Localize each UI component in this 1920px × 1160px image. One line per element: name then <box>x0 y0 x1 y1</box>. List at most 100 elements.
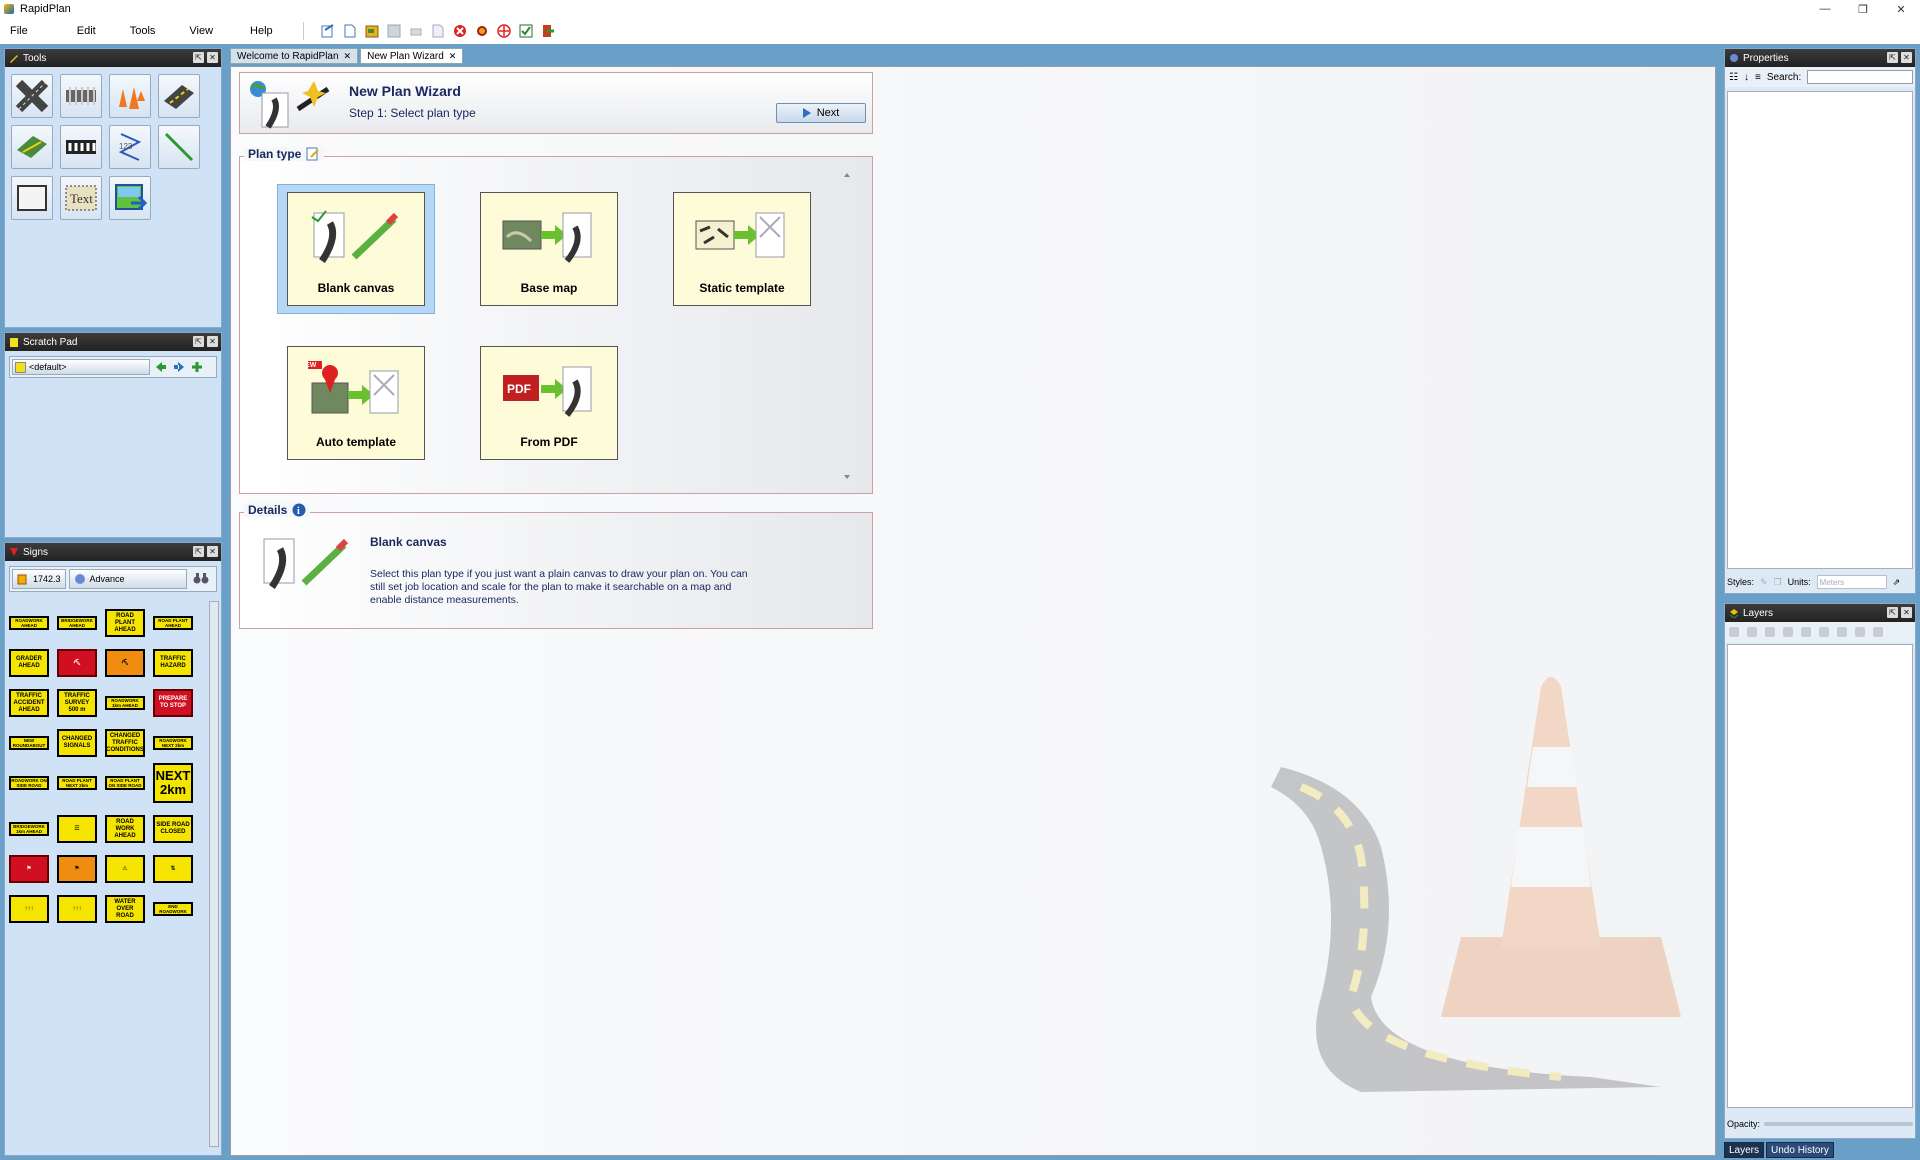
merge-icon[interactable] <box>1837 627 1847 637</box>
layer-options-icon[interactable] <box>1855 627 1865 637</box>
sign-item[interactable]: ROAD PLANT AHEAD <box>153 616 193 630</box>
minimize-button[interactable]: — <box>1806 0 1844 18</box>
search-input[interactable] <box>1807 70 1914 84</box>
sign-item[interactable]: ROADWORK 1km AHEAD <box>105 696 145 710</box>
opacity-slider[interactable] <box>1764 1122 1913 1126</box>
sign-item[interactable]: ↑↑↑ <box>9 895 49 923</box>
sign-item[interactable]: TRAFFIC SURVEY 500 m <box>57 689 97 717</box>
sign-item[interactable]: ⇅ <box>153 855 193 883</box>
move-up-icon[interactable] <box>1801 627 1811 637</box>
open-folder-icon[interactable] <box>364 23 380 39</box>
binoculars-icon[interactable] <box>193 571 209 588</box>
sign-item[interactable]: NEW ROUNDABOUT <box>9 736 49 750</box>
sign-item[interactable]: ⛏ <box>105 649 145 677</box>
exit-icon[interactable] <box>540 23 556 39</box>
sign-item[interactable]: ☰ <box>57 815 97 843</box>
text-tool[interactable]: Text <box>60 176 102 220</box>
sign-item[interactable]: ⚑ <box>57 855 97 883</box>
sign-item[interactable]: BRIDGEWORK 1km AHEAD <box>9 822 49 836</box>
tab-layers[interactable]: Layers <box>1724 1142 1765 1158</box>
sign-item[interactable]: ROAD WORK AHEAD <box>105 815 145 843</box>
categorized-icon[interactable]: ☷ <box>1729 72 1738 83</box>
menu-view[interactable]: View <box>189 25 213 37</box>
tab-new-plan-wizard[interactable]: New Plan Wizard ✕ <box>360 48 464 64</box>
sign-item[interactable]: NEXT 2km <box>153 763 193 803</box>
option-static-template[interactable]: Static template <box>673 192 811 306</box>
sign-item[interactable]: WATER OVER ROAD <box>105 895 145 923</box>
units-select[interactable]: Meters <box>1816 575 1887 589</box>
print-icon[interactable] <box>408 23 424 39</box>
sign-item[interactable]: ↑↑↑ <box>57 895 97 923</box>
line-tool[interactable] <box>158 125 200 169</box>
close-icon[interactable]: ✕ <box>344 51 352 62</box>
tab-undo-history[interactable]: Undo History <box>1766 1142 1834 1158</box>
new-icon[interactable] <box>342 23 358 39</box>
rename-layer-icon[interactable] <box>1783 627 1793 637</box>
sign-item[interactable]: SIDE ROAD CLOSED <box>153 815 193 843</box>
pin-icon[interactable]: ⇱ <box>193 546 204 557</box>
menu-help[interactable]: Help <box>250 25 273 37</box>
close-icon[interactable]: ✕ <box>207 52 218 63</box>
add-icon[interactable] <box>190 360 204 374</box>
map-area-tool[interactable] <box>11 125 53 169</box>
next-button[interactable]: Next <box>776 103 866 123</box>
sign-item[interactable]: CHANGED SIGNALS <box>57 729 97 757</box>
scratch-pad-select[interactable]: <default> <box>12 359 150 375</box>
check-icon[interactable] <box>518 23 534 39</box>
close-icon[interactable]: ✕ <box>449 51 457 62</box>
close-icon[interactable]: ✕ <box>1901 52 1912 63</box>
barrier-tool[interactable] <box>60 74 102 118</box>
sign-item[interactable]: ⛏ <box>57 649 97 677</box>
rectangle-tool[interactable] <box>11 176 53 220</box>
road-intersection-tool[interactable] <box>11 74 53 118</box>
sign-category-select[interactable]: Advance <box>68 569 187 589</box>
sign-item[interactable]: ROADWORK NEXT 2km <box>153 736 193 750</box>
list-icon[interactable]: ≡ <box>1755 72 1761 83</box>
option-auto-template[interactable]: NEW Auto template <box>287 346 425 460</box>
next-arrow-icon[interactable] <box>172 360 186 374</box>
sign-item[interactable]: TRAFFIC HAZARD <box>153 649 193 677</box>
sign-item[interactable]: TRAFFIC ACCIDENT AHEAD <box>9 689 49 717</box>
edit-layer-icon[interactable] <box>1765 627 1775 637</box>
option-from-pdf[interactable]: PDF From PDF <box>480 346 618 460</box>
plan-type-scrollbar[interactable] <box>842 171 852 481</box>
previous-arrow-icon[interactable] <box>154 360 168 374</box>
sign-item[interactable]: ROADWORK AHEAD <box>9 616 49 630</box>
style-copy-icon[interactable]: ❐ <box>1774 577 1782 588</box>
signs-scrollbar[interactable] <box>209 601 219 1147</box>
tab-welcome[interactable]: Welcome to RapidPlan ✕ <box>230 48 359 64</box>
close-icon[interactable]: ✕ <box>207 546 218 557</box>
settings-icon[interactable] <box>474 23 490 39</box>
export-icon[interactable] <box>430 23 446 39</box>
pin-icon[interactable]: ⇱ <box>193 52 204 63</box>
expand-icon[interactable]: ⇗ <box>1893 577 1901 588</box>
sign-item[interactable]: GRADER AHEAD <box>9 649 49 677</box>
sign-item[interactable]: ROADWORK ON SIDE ROAD <box>9 776 49 790</box>
target-icon[interactable] <box>496 23 512 39</box>
add-layer-icon[interactable] <box>1729 627 1739 637</box>
sign-item[interactable]: CHANGED TRAFFIC CONDITIONS <box>105 729 145 757</box>
menu-tools[interactable]: Tools <box>130 25 156 37</box>
sign-item[interactable]: ROAD PLANT ON SIDE ROAD <box>105 776 145 790</box>
delete-icon[interactable] <box>452 23 468 39</box>
delete-layer-icon[interactable] <box>1747 627 1757 637</box>
sign-item[interactable]: PREPARE TO STOP <box>153 689 193 717</box>
image-tool[interactable] <box>109 176 151 220</box>
open-icon[interactable] <box>320 23 336 39</box>
pin-icon[interactable]: ⇱ <box>1887 607 1898 618</box>
option-blank-canvas[interactable]: Blank canvas <box>287 192 425 306</box>
close-button[interactable]: ✕ <box>1882 0 1920 18</box>
style-brush-icon[interactable]: ✎ <box>1760 577 1768 588</box>
crossing-tool[interactable] <box>60 125 102 169</box>
maximize-button[interactable]: ❐ <box>1844 0 1882 18</box>
sign-code-selector[interactable]: 1742.3 <box>12 569 66 589</box>
menu-file[interactable]: File <box>10 25 28 37</box>
move-down-icon[interactable] <box>1819 627 1829 637</box>
close-icon[interactable]: ✕ <box>1901 607 1912 618</box>
road-segment-tool[interactable] <box>158 74 200 118</box>
measure-tool[interactable]: 123 <box>109 125 151 169</box>
option-base-map[interactable]: Base map <box>480 192 618 306</box>
save-icon[interactable] <box>386 23 402 39</box>
pin-icon[interactable]: ⇱ <box>1887 52 1898 63</box>
sign-item[interactable]: ROAD PLANT NEXT 2km <box>57 776 97 790</box>
